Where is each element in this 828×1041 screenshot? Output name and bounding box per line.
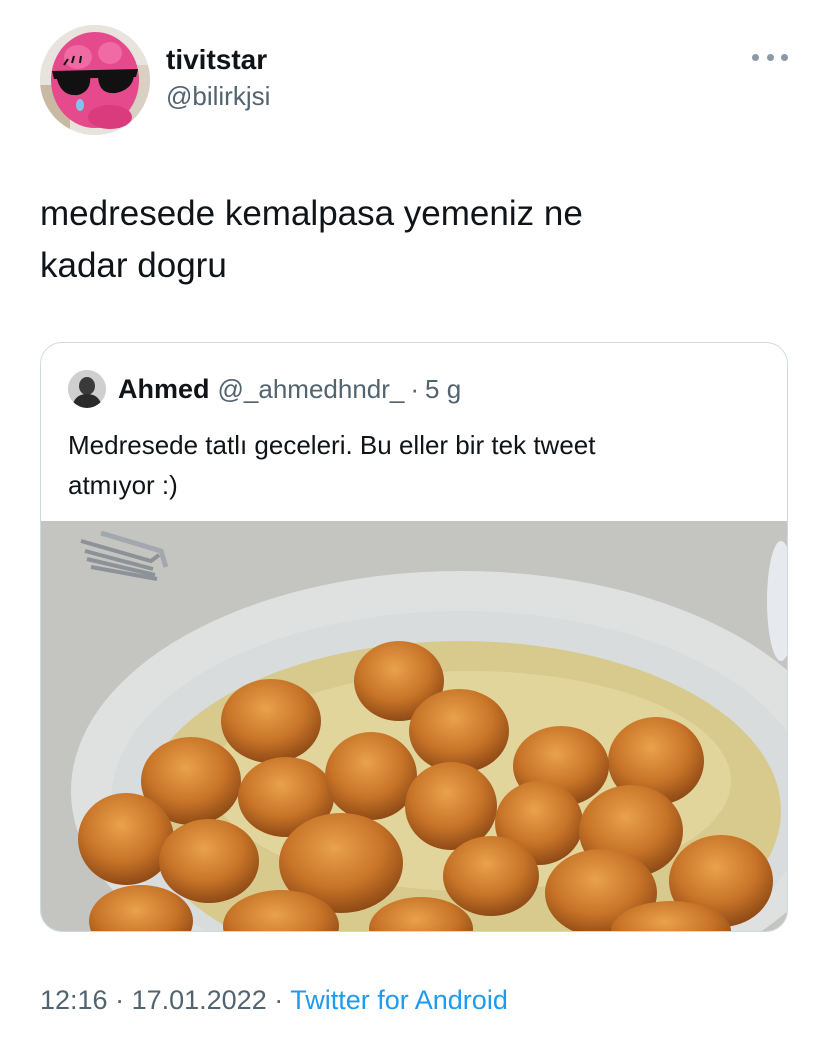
tweet-text: medresede kemalpasa yemeniz ne kadar dog… xyxy=(40,188,790,292)
more-options-icon[interactable] xyxy=(752,45,788,69)
author-handle[interactable]: @bilirkjsi xyxy=(166,79,270,113)
person-portrait-icon xyxy=(68,370,106,408)
dot xyxy=(766,53,774,61)
quoted-tweet-header: Ahmed @_ahmedhndr_ · 5 g xyxy=(68,370,462,408)
dot xyxy=(781,53,788,61)
quoted-tweet-card[interactable]: Ahmed @_ahmedhndr_ · 5 g Medresede tatlı… xyxy=(40,342,788,932)
quoted-author-avatar xyxy=(68,370,106,408)
tweet-time[interactable]: 12:16 xyxy=(40,985,108,1015)
quoted-tweet-age: 5 g xyxy=(425,373,462,404)
tweet-text-line: kadar dogru xyxy=(40,246,227,285)
author-display-name[interactable]: tivitstar xyxy=(166,43,270,77)
tweet-footer: 12:16 · 17.01.2022 · Twitter for Android xyxy=(40,982,508,1018)
author-avatar[interactable] xyxy=(40,25,150,135)
dessert-plate-photo-icon xyxy=(41,521,787,931)
tweet-source-link[interactable]: Twitter for Android xyxy=(290,985,508,1015)
quoted-author-name: Ahmed xyxy=(118,373,210,404)
tweet-date[interactable]: 17.01.2022 xyxy=(132,985,267,1015)
footer-separator: · xyxy=(107,985,132,1015)
quoted-tweet-text: Medresede tatlı geceleri. Bu eller bir t… xyxy=(68,425,768,505)
quoted-tweet-media[interactable] xyxy=(41,521,787,931)
tweet-text-line: medresede kemalpasa yemeniz ne xyxy=(40,194,583,233)
tweet-header: tivitstar @bilirkjsi xyxy=(40,25,788,135)
footer-separator: · xyxy=(266,985,291,1015)
author-names: tivitstar @bilirkjsi xyxy=(166,43,270,113)
pink-plush-sunglasses-avatar-icon xyxy=(40,25,150,135)
dot xyxy=(752,53,759,61)
quoted-text-line: Medresede tatlı geceleri. Bu eller bir t… xyxy=(68,430,596,460)
quoted-author-handle: @_ahmedhndr_ xyxy=(217,373,405,404)
quoted-text-line: atmıyor :) xyxy=(68,470,178,500)
meta-separator: · xyxy=(410,373,420,404)
